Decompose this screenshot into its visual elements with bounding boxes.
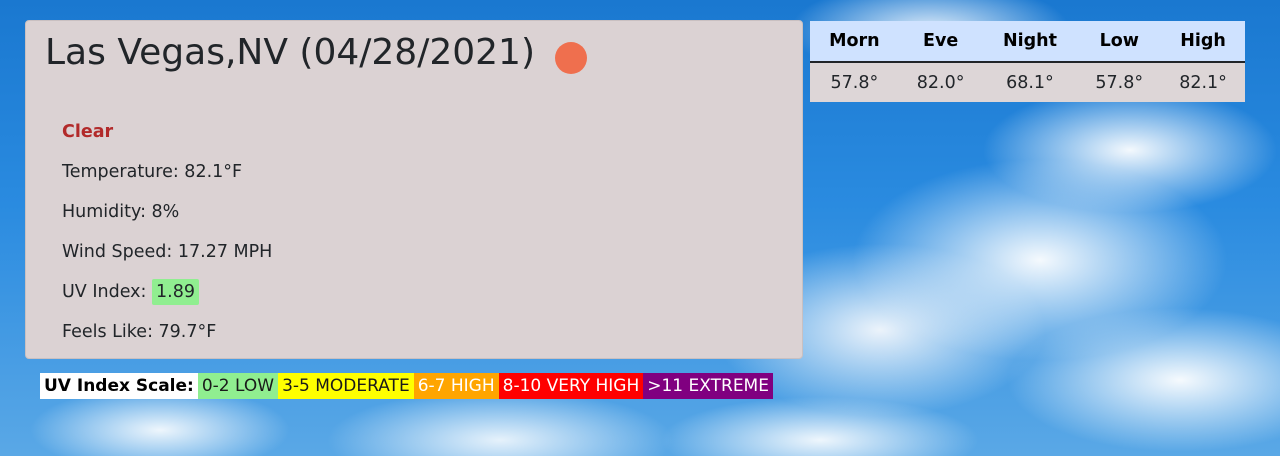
value-high: 82.1°	[1161, 62, 1245, 102]
uv-index-label: UV Index:	[62, 282, 147, 302]
uv-scale-high: 6-7 HIGH	[413, 373, 499, 399]
header-low: Low	[1077, 21, 1162, 63]
uv-scale-low: 0-2 LOW	[197, 373, 279, 399]
header-eve: Eve	[898, 21, 983, 63]
current-weather-card: Las Vegas,NV (04/28/2021) Clear Temperat…	[25, 20, 803, 359]
value-low: 57.8°	[1077, 62, 1162, 102]
uv-index-badge: 1.89	[152, 279, 199, 305]
weather-condition: Clear	[62, 122, 114, 142]
uv-scale-label: UV Index Scale:	[40, 373, 198, 399]
uv-scale-moderate: 3-5 MODERATE	[278, 373, 414, 399]
header-morn: Morn	[810, 21, 899, 63]
uv-index-row: UV Index: 1.89	[62, 277, 272, 317]
uv-scale-extreme: >11 EXTREME	[643, 373, 773, 399]
temperature-forecast-table: Morn Eve Night Low High 57.8° 82.0° 68.1…	[810, 21, 1245, 102]
value-morn: 57.8°	[810, 62, 899, 102]
uv-index-scale: UV Index Scale: 0-2 LOW 3-5 MODERATE 6-7…	[40, 373, 773, 399]
header-high: High	[1161, 21, 1245, 63]
temperature-text: Temperature: 82.1°F	[62, 162, 243, 182]
feels-like-text: Feels Like: 79.7°F	[62, 322, 217, 342]
value-night: 68.1°	[982, 62, 1078, 102]
weather-details: Clear Temperature: 82.1°F Humidity: 8% W…	[62, 117, 272, 357]
weather-page: { "current": { "title": "Las Vegas,NV (0…	[0, 0, 1280, 456]
header-night: Night	[982, 21, 1078, 63]
sun-icon	[555, 42, 587, 74]
humidity-text: Humidity: 8%	[62, 202, 180, 222]
city-date-title: Las Vegas,NV (04/28/2021)	[45, 32, 535, 73]
wind-speed-text: Wind Speed: 17.27 MPH	[62, 242, 273, 262]
table-row: 57.8° 82.0° 68.1° 57.8° 82.1°	[810, 62, 1245, 102]
table-header-row: Morn Eve Night Low High	[810, 21, 1245, 63]
uv-scale-very-high: 8-10 VERY HIGH	[498, 373, 644, 399]
value-eve: 82.0°	[898, 62, 983, 102]
